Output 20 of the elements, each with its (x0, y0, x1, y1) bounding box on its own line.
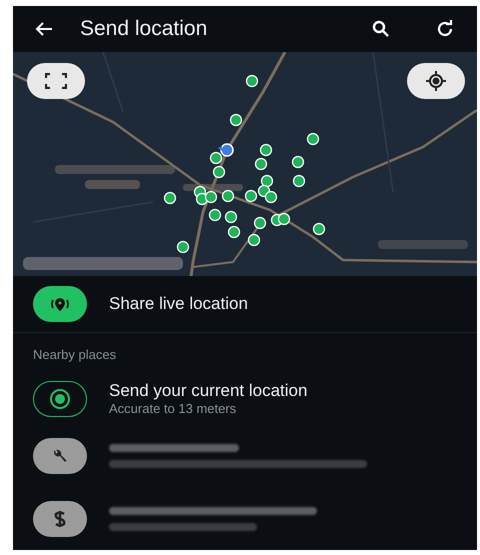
share-live-row[interactable]: Share live location (13, 276, 477, 334)
accuracy-text: Accurate to 13 meters (109, 400, 238, 417)
search-icon (372, 20, 390, 38)
refresh-button[interactable] (435, 19, 455, 39)
current-location-title: Send your current location (109, 380, 308, 401)
live-location-icon (33, 286, 87, 322)
refresh-icon (436, 20, 454, 38)
section-heading: Nearby places (33, 347, 116, 362)
screen-title: Send location (80, 16, 208, 42)
fullscreen-icon (45, 73, 67, 89)
search-button[interactable] (371, 19, 391, 39)
share-live-label: Share live location (109, 293, 248, 316)
fullscreen-button[interactable] (27, 63, 85, 99)
back-arrow-icon (35, 21, 53, 37)
current-location-row[interactable]: Send your current location Accurate to 13 meters (13, 373, 477, 425)
wrench-icon (33, 438, 87, 474)
target-icon (426, 71, 446, 91)
current-location-icon (33, 380, 87, 417)
dollar-icon (33, 500, 87, 537)
my-location-button[interactable] (407, 63, 465, 99)
